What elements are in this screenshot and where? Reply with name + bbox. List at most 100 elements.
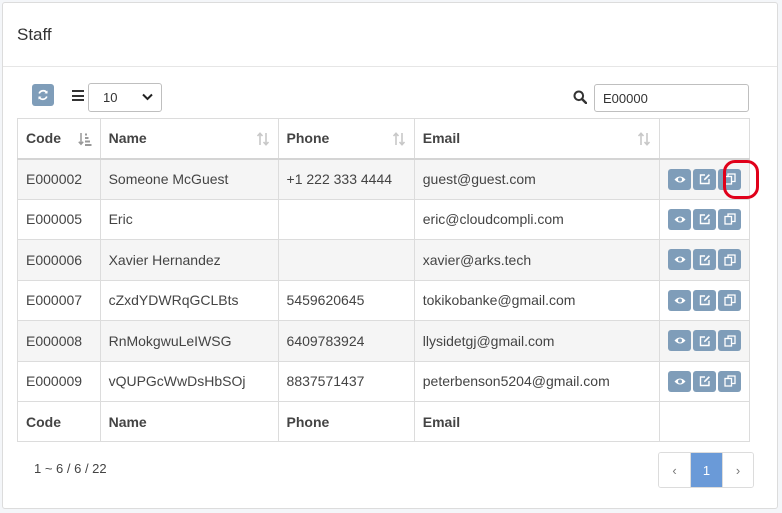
edit-button[interactable] <box>693 370 716 392</box>
table-row[interactable]: E000008 RnMokgwuLeIWSG 6409783924 llysidetg… <box>17 320 751 362</box>
cell-name: cZxdYDWRqGCLBts <box>99 279 279 321</box>
copy-icon <box>723 335 736 347</box>
view-button[interactable] <box>668 249 691 271</box>
cell-phone: 6409783924 <box>277 320 415 362</box>
table-toolbar: 10 E00000 <box>17 81 749 113</box>
copy-button[interactable] <box>718 168 741 190</box>
refresh-button[interactable] <box>32 84 54 106</box>
cell-email: eric@cloudcompli.com <box>413 198 660 240</box>
table-body: E000002 Someone McGuest +1 222 333 4444 gue… <box>17 158 751 402</box>
refresh-icon <box>38 89 48 101</box>
edit-button[interactable] <box>693 208 716 230</box>
pagination: ‹ 1 › <box>658 452 754 488</box>
cell-code: E000006 <box>17 239 101 281</box>
page-size-select[interactable]: 10 <box>88 83 162 112</box>
page-button-1[interactable]: 1 <box>690 453 722 487</box>
cell-actions <box>658 320 751 362</box>
page-size-value: 10 <box>103 90 118 105</box>
edit-icon <box>699 214 710 225</box>
cell-email: xavier@arks.tech <box>413 239 660 281</box>
copy-button[interactable] <box>718 289 741 311</box>
eye-icon <box>674 216 685 223</box>
copy-button[interactable] <box>718 208 741 230</box>
edit-icon <box>699 174 710 185</box>
copy-icon <box>723 294 736 306</box>
sort-ascending-icon <box>77 133 92 146</box>
sort-icon <box>392 132 405 146</box>
cell-phone: +1 222 333 4444 <box>277 158 415 200</box>
view-button[interactable] <box>668 208 691 230</box>
cell-phone <box>277 239 415 281</box>
column-header-name[interactable]: Name <box>99 118 279 160</box>
cell-actions <box>658 239 751 281</box>
search-icon <box>573 90 587 104</box>
cell-actions <box>658 360 751 402</box>
eye-icon <box>674 378 685 385</box>
list-icon <box>72 90 84 101</box>
cell-name: vQUPGcWwDsHbSOj <box>99 360 279 402</box>
cell-name: RnMokgwuLeIWSG <box>99 320 279 362</box>
edit-button[interactable] <box>693 168 716 190</box>
sort-icon <box>637 132 651 146</box>
footer-header-email: Email <box>413 401 660 442</box>
cell-email: peterbenson5204@gmail.com <box>413 360 660 402</box>
copy-button[interactable] <box>718 370 741 392</box>
staff-table: Code Name Phone Email E000002 Someone Mc… <box>17 118 751 442</box>
edit-icon <box>699 254 710 265</box>
table-row[interactable]: E000007 cZxdYDWRqGCLBts 5459620645 tokikoba… <box>17 279 751 321</box>
panel-header: Staff <box>3 3 777 67</box>
sort-icon <box>256 132 269 146</box>
copy-icon <box>723 254 736 266</box>
copy-icon <box>723 173 736 185</box>
view-button[interactable] <box>668 370 691 392</box>
cell-actions <box>658 279 751 321</box>
search-input-value: E00000 <box>603 90 648 106</box>
table-row[interactable]: E000009 vQUPGcWwDsHbSOj 8837571437 peterben… <box>17 360 751 402</box>
cell-name: Xavier Hernandez <box>99 239 279 281</box>
cell-code: E000005 <box>17 198 101 240</box>
cell-code: E000007 <box>17 279 101 321</box>
copy-button[interactable] <box>718 330 741 352</box>
cell-phone: 8837571437 <box>277 360 415 402</box>
copy-button[interactable] <box>718 249 741 271</box>
next-page-button[interactable]: › <box>722 453 753 487</box>
footer-header-phone: Phone <box>277 401 415 442</box>
cell-name: Eric <box>99 198 279 240</box>
table-row[interactable]: E000005 Eric eric@cloudcompli.com <box>17 198 751 240</box>
edit-icon <box>699 295 710 306</box>
eye-icon <box>674 256 685 263</box>
eye-icon <box>674 337 685 344</box>
cell-email: llysidetgj@gmail.com <box>413 320 660 362</box>
cell-actions <box>658 198 751 240</box>
edit-button[interactable] <box>693 249 716 271</box>
cell-email: tokikobanke@gmail.com <box>413 279 660 321</box>
eye-icon <box>674 176 685 182</box>
cell-code: E000002 <box>17 158 101 200</box>
edit-button[interactable] <box>693 289 716 311</box>
pagination-summary: 1 ~ 6 / 6 / 22 <box>34 461 107 476</box>
view-button[interactable] <box>668 289 691 311</box>
table-row[interactable]: E000006 Xavier Hernandez xavier@arks.tech <box>17 239 751 281</box>
view-button[interactable] <box>668 330 691 352</box>
edit-icon <box>699 335 710 346</box>
prev-page-button[interactable]: ‹ <box>659 453 690 487</box>
column-header-actions <box>658 118 751 160</box>
cell-name: Someone McGuest <box>99 158 279 200</box>
search-input[interactable]: E00000 <box>594 84 749 112</box>
footer-header-name: Name <box>99 401 279 442</box>
edit-icon <box>699 376 710 387</box>
cell-code: E000008 <box>17 320 101 362</box>
cell-code: E000009 <box>17 360 101 402</box>
column-header-email[interactable]: Email <box>413 118 660 160</box>
footer-header-code: Code <box>17 401 101 442</box>
cell-phone: 5459620645 <box>277 279 415 321</box>
copy-icon <box>723 213 736 225</box>
eye-icon <box>674 297 685 304</box>
column-header-code[interactable]: Code <box>17 118 101 160</box>
footer-header-actions <box>658 401 751 442</box>
view-button[interactable] <box>668 168 691 190</box>
column-header-phone[interactable]: Phone <box>277 118 415 160</box>
edit-button[interactable] <box>693 330 716 352</box>
staff-panel: Staff 10 E00000 Code Name Phone Email E0… <box>2 2 778 509</box>
table-row[interactable]: E000002 Someone McGuest +1 222 333 4444 gue… <box>17 158 751 200</box>
